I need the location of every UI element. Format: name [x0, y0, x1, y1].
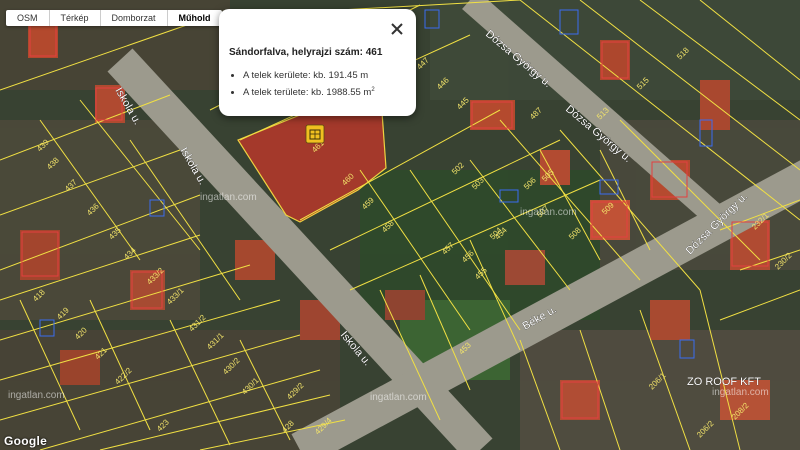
- google-logo: Google: [4, 434, 48, 448]
- close-button[interactable]: [385, 17, 409, 41]
- watermark: ingatlan.com: [8, 390, 65, 401]
- layer-tab-map[interactable]: Térkép: [50, 10, 101, 26]
- parcel-area: A telek területe: kb. 1988.55 m2: [243, 83, 375, 100]
- popup-details: A telek kerülete: kb. 191.45 m A telek t…: [231, 69, 375, 100]
- watermark: ingatlan.com: [200, 192, 257, 203]
- layer-tab-terrain[interactable]: Domborzat: [101, 10, 168, 26]
- popup-title: Sándorfalva, helyrajzi szám: 461: [229, 47, 383, 58]
- map-layer-switcher: OSM Térkép Domborzat Műhold: [6, 10, 222, 26]
- layer-tab-osm[interactable]: OSM: [6, 10, 50, 26]
- watermark: ingatlan.com: [520, 207, 577, 218]
- company-sign: ZO ROOF KFT: [687, 376, 761, 388]
- watermark: ingatlan.com: [370, 392, 427, 403]
- close-icon: [391, 23, 403, 35]
- layer-tab-satellite[interactable]: Műhold: [168, 10, 222, 26]
- building-marker-icon[interactable]: [305, 124, 325, 144]
- parcel-perimeter: A telek kerülete: kb. 191.45 m: [243, 69, 375, 83]
- watermark: ingatlan.com: [712, 387, 769, 398]
- parcel-info-popup: Sándorfalva, helyrajzi szám: 461 A telek…: [219, 9, 416, 116]
